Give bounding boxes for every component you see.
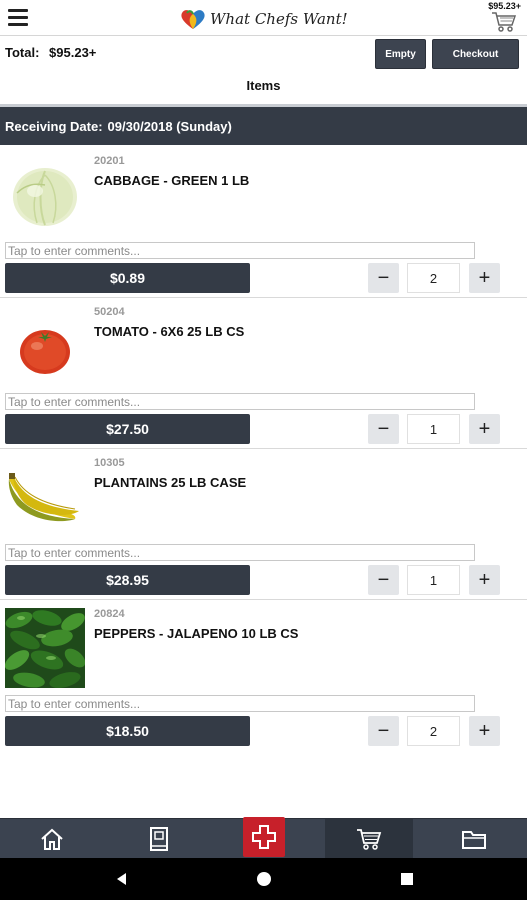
increase-qty-button[interactable]: + bbox=[469, 263, 500, 293]
menu-icon[interactable] bbox=[8, 9, 28, 27]
cart-item: 10305 PLANTAINS 25 LB CASE $28.95 − 1 + bbox=[0, 449, 527, 600]
price-button[interactable]: $28.95 bbox=[5, 565, 250, 595]
bottom-navigation bbox=[0, 817, 527, 859]
increase-qty-button[interactable]: + bbox=[469, 716, 500, 746]
checkout-button[interactable]: Checkout bbox=[432, 39, 519, 69]
cart-icon bbox=[492, 12, 517, 32]
folder-icon bbox=[462, 831, 486, 849]
nav-cart-button[interactable] bbox=[325, 819, 413, 859]
back-icon[interactable] bbox=[113, 870, 131, 888]
order-total: Total: $95.23+ bbox=[5, 45, 96, 60]
comment-input[interactable] bbox=[5, 695, 475, 712]
cart-item: 20201 CABBAGE - GREEN 1 LB $0.89 − 2 + bbox=[0, 147, 527, 298]
plus-cross-icon bbox=[252, 825, 276, 849]
cart-icon bbox=[357, 829, 382, 850]
app-header: What Chefs Want! $95.23+ bbox=[0, 0, 527, 36]
comment-input[interactable] bbox=[5, 242, 475, 259]
quantity-field[interactable]: 1 bbox=[407, 414, 460, 444]
comment-input[interactable] bbox=[5, 544, 475, 561]
receiving-label: Receiving Date: bbox=[5, 118, 103, 134]
quantity-field[interactable]: 2 bbox=[407, 263, 460, 293]
decrease-qty-button[interactable]: − bbox=[368, 263, 399, 293]
decrease-qty-button[interactable]: − bbox=[368, 414, 399, 444]
quantity-field[interactable]: 1 bbox=[407, 565, 460, 595]
comment-input[interactable] bbox=[5, 393, 475, 410]
system-navigation-bar bbox=[0, 858, 527, 900]
decrease-qty-button[interactable]: − bbox=[368, 565, 399, 595]
cart-item: 50204 TOMATO - 6X6 25 LB CS $27.50 − 1 + bbox=[0, 298, 527, 449]
increase-qty-button[interactable]: + bbox=[469, 565, 500, 595]
increase-qty-button[interactable]: + bbox=[469, 414, 500, 444]
item-name: CABBAGE - GREEN 1 LB bbox=[94, 173, 250, 188]
item-code: 20824 bbox=[94, 608, 125, 620]
brand-logo: What Chefs Want! bbox=[178, 6, 348, 32]
nav-catalog-button[interactable] bbox=[115, 819, 203, 859]
price-button[interactable]: $0.89 bbox=[5, 263, 250, 293]
item-name: TOMATO - 6X6 25 LB CS bbox=[94, 324, 245, 339]
book-icon bbox=[150, 827, 168, 851]
receiving-date-bar: Receiving Date: 09/30/2018 (Sunday) bbox=[0, 107, 527, 145]
price-button[interactable]: $18.50 bbox=[5, 716, 250, 746]
brand-name: What Chefs Want! bbox=[210, 10, 348, 28]
cart-item: 20824 PEPPERS - JALAPENO 10 LB CS $18.50… bbox=[0, 600, 527, 751]
home-circle-icon[interactable] bbox=[255, 870, 273, 888]
order-summary: Total: $95.23+ Empty Checkout bbox=[0, 36, 527, 72]
receiving-date: 09/30/2018 (Sunday) bbox=[107, 118, 232, 134]
section-title: Items bbox=[246, 78, 281, 93]
total-value: $95.23+ bbox=[49, 45, 97, 60]
home-icon bbox=[41, 828, 63, 850]
decrease-qty-button[interactable]: − bbox=[368, 716, 399, 746]
item-code: 20201 bbox=[94, 155, 125, 167]
recent-apps-icon[interactable] bbox=[398, 870, 416, 888]
nav-home-button[interactable] bbox=[8, 819, 96, 859]
item-name: PEPPERS - JALAPENO 10 LB CS bbox=[94, 626, 299, 641]
header-cart-button[interactable]: $95.23+ bbox=[469, 0, 521, 36]
item-code: 50204 bbox=[94, 306, 125, 318]
plantains-image bbox=[5, 457, 85, 537]
cabbage-image bbox=[5, 155, 85, 235]
jalapeno-peppers-image bbox=[4, 608, 86, 688]
item-code: 10305 bbox=[94, 457, 125, 469]
nav-orders-button[interactable] bbox=[430, 819, 518, 859]
quantity-field[interactable]: 2 bbox=[407, 716, 460, 746]
brand-heart-icon bbox=[181, 10, 205, 29]
tomato-image bbox=[5, 306, 85, 386]
nav-add-button[interactable] bbox=[243, 817, 285, 857]
empty-cart-button[interactable]: Empty bbox=[375, 39, 426, 69]
item-name: PLANTAINS 25 LB CASE bbox=[94, 475, 247, 490]
total-label: Total: bbox=[5, 45, 40, 60]
price-button[interactable]: $27.50 bbox=[5, 414, 250, 444]
